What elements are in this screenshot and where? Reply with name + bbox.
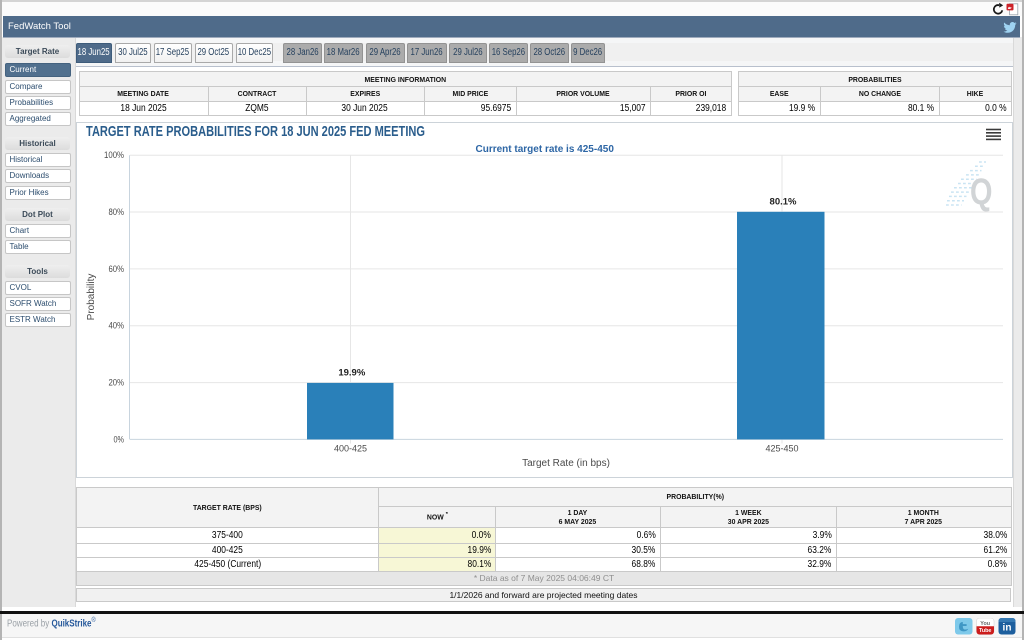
svg-text:You: You	[980, 621, 990, 627]
svg-text:Current target rate is 425-450: Current target rate is 425-450	[475, 144, 614, 155]
svg-text:19.9%: 19.9%	[338, 368, 365, 379]
svg-text:400-425: 400-425	[334, 444, 367, 454]
svg-text:40%: 40%	[109, 321, 125, 331]
svg-text:100%: 100%	[104, 150, 124, 160]
svg-text:Target Rate (in bps): Target Rate (in bps)	[522, 458, 610, 469]
svg-text:0%: 0%	[114, 434, 125, 444]
svg-text:TARGET RATE PROBABILITIES FOR: TARGET RATE PROBABILITIES FOR 18 JUN 202…	[86, 123, 425, 140]
svg-text:20%: 20%	[109, 378, 125, 388]
svg-text:Probability: Probability	[86, 274, 97, 321]
svg-text:80%: 80%	[109, 207, 125, 217]
svg-text:Tube: Tube	[979, 627, 991, 633]
svg-text:in: in	[1003, 622, 1012, 633]
svg-text:Q: Q	[970, 172, 992, 213]
svg-text:425-450: 425-450	[765, 444, 798, 454]
svg-text:80.1%: 80.1%	[770, 197, 797, 208]
svg-text:60%: 60%	[109, 264, 125, 274]
